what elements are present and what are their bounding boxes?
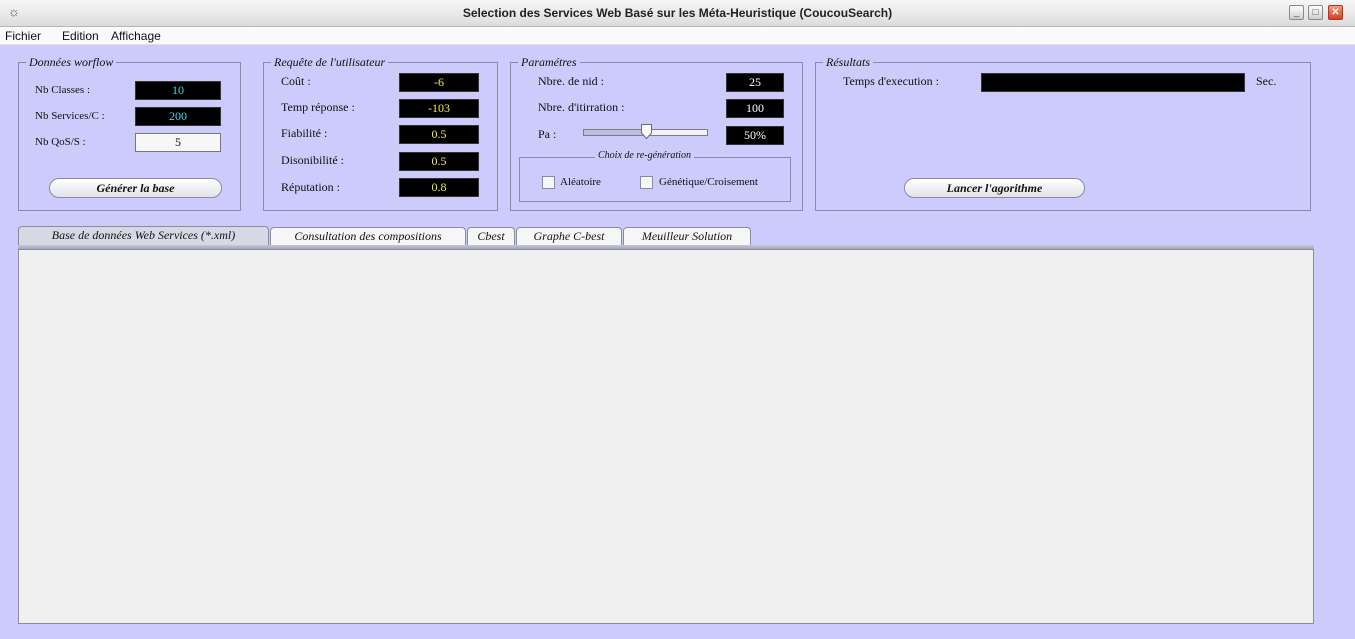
disponibilite-field[interactable]: 0.5 <box>399 152 479 171</box>
nb-classes-label: Nb Classes : <box>35 84 90 96</box>
menu-bar: Fichier Edition Affichage <box>0 27 1355 45</box>
temps-reponse-label: Temp réponse : <box>281 100 355 114</box>
pa-slider-fill <box>584 130 646 135</box>
close-button[interactable]: ✕ <box>1328 5 1343 20</box>
genetique-checkbox[interactable] <box>640 176 653 189</box>
pa-slider-thumb[interactable] <box>640 124 652 139</box>
exec-time-field <box>981 73 1245 92</box>
reputation-label: Réputation : <box>281 180 340 194</box>
temps-reponse-field[interactable]: -103 <box>399 99 479 118</box>
results-legend: Résultats <box>823 55 873 70</box>
tab-meilleur-solution[interactable]: Meuilleur Solution <box>623 227 751 245</box>
menu-fichier[interactable]: Fichier <box>5 29 41 43</box>
pa-label: Pa : <box>538 127 557 141</box>
fiabilite-label: Fiabilité : <box>281 126 328 140</box>
fiabilite-field[interactable]: 0.5 <box>399 125 479 144</box>
nb-services-label: Nb Services/C : <box>35 110 105 122</box>
window-title: Selection des Services Web Basé sur les … <box>462 6 893 20</box>
tab-compositions[interactable]: Consultation des compositions <box>270 227 466 245</box>
regen-choice-panel: Choix de re-génération Aléatoire Génétiq… <box>519 150 791 202</box>
results-panel: Résultats Temps d'execution : Sec. Lance… <box>815 55 1311 211</box>
generate-base-button[interactable]: Générer la base <box>49 178 222 198</box>
aleatoire-checkbox[interactable] <box>542 176 555 189</box>
launch-algorithm-button[interactable]: Lancer l'agorithme <box>904 178 1085 198</box>
tab-content-area <box>18 249 1314 624</box>
title-bar: ☼ Selection des Services Web Basé sur le… <box>0 0 1355 27</box>
menu-affichage[interactable]: Affichage <box>111 29 161 43</box>
iter-label: Nbre. d'itirration : <box>538 100 625 114</box>
cout-field[interactable]: -6 <box>399 73 479 92</box>
tab-cbest[interactable]: Cbest <box>467 227 515 245</box>
request-panel: Requête de l'utilisateur Coût : -6 Temp … <box>263 55 498 211</box>
regen-legend: Choix de re-génération <box>595 150 694 161</box>
workflow-legend: Données worflow <box>26 55 117 70</box>
nid-label: Nbre. de nid : <box>538 74 604 88</box>
params-panel: Paramétres Nbre. de nid : 25 Nbre. d'iti… <box>510 55 803 211</box>
workflow-panel: Données worflow Nb Classes : 10 Nb Servi… <box>18 55 241 211</box>
nid-field[interactable]: 25 <box>726 73 784 92</box>
request-legend: Requête de l'utilisateur <box>271 55 389 70</box>
tab-graphe-cbest[interactable]: Graphe C-best <box>516 227 622 245</box>
aleatoire-label: Aléatoire <box>560 176 601 188</box>
reputation-field[interactable]: 0.8 <box>399 178 479 197</box>
disponibilite-label: Disonibilité : <box>281 153 344 167</box>
params-legend: Paramétres <box>518 55 580 70</box>
genetique-label: Génétique/Croisement <box>659 176 758 188</box>
nb-qos-field[interactable]: 5 <box>135 133 221 152</box>
nb-qos-label: Nb QoS/S : <box>35 136 86 148</box>
minimize-button[interactable]: _ <box>1289 5 1304 20</box>
exec-time-label: Temps d'execution : <box>843 74 939 88</box>
pa-value-field: 50% <box>726 126 784 145</box>
iter-field[interactable]: 100 <box>726 99 784 118</box>
nb-services-field[interactable]: 200 <box>135 107 221 126</box>
maximize-button[interactable]: □ <box>1308 5 1323 20</box>
exec-time-unit: Sec. <box>1256 74 1277 88</box>
tab-web-services-db[interactable]: Base de données Web Services (*.xml) <box>18 226 269 246</box>
nb-classes-field[interactable]: 10 <box>135 81 221 100</box>
menu-edition[interactable]: Edition <box>62 29 99 43</box>
cout-label: Coût : <box>281 74 311 88</box>
